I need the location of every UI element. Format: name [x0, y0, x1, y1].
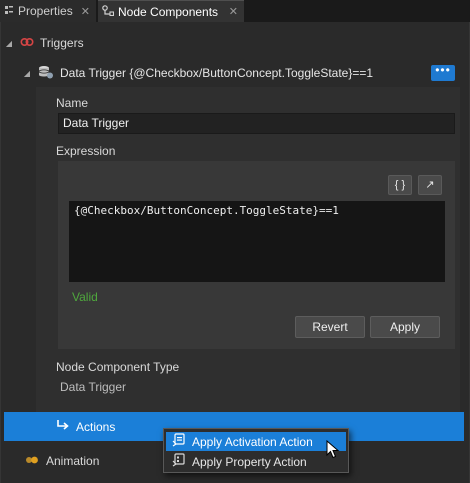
menu-item-label: Apply Activation Action — [192, 434, 313, 449]
expand-caret-icon[interactable]: ◢ — [22, 69, 32, 78]
expression-input[interactable]: {@Checkbox/ButtonConcept.ToggleState}==1 — [69, 201, 445, 282]
animation-icon — [24, 454, 40, 468]
expression-status: Valid — [72, 290, 98, 304]
trigger-icon — [20, 36, 34, 51]
close-icon[interactable]: ✕ — [229, 5, 238, 18]
animation-label: Animation — [46, 454, 100, 468]
add-action-context-menu: Apply Activation Action Apply Property A… — [163, 428, 349, 473]
menu-item-label: Apply Property Action — [192, 454, 307, 469]
more-options-button[interactable]: ••• — [431, 64, 455, 81]
close-icon[interactable]: ✕ — [81, 5, 90, 18]
expand-caret-icon[interactable]: ◢ — [4, 39, 14, 48]
expression-label: Expression — [56, 144, 116, 158]
apply-button[interactable]: Apply — [370, 316, 440, 338]
data-trigger-title: Data Trigger {@Checkbox/ButtonConcept.To… — [60, 66, 374, 80]
properties-icon — [4, 4, 14, 18]
name-label: Name — [56, 96, 89, 110]
data-trigger-header[interactable]: ◢ Data Trigger {@Checkbox/ButtonConcept.… — [22, 62, 462, 84]
revert-button[interactable]: Revert — [295, 316, 365, 338]
expand-editor-button[interactable]: ↗ — [418, 175, 442, 195]
triggers-section-header[interactable]: ◢ Triggers — [4, 33, 464, 53]
node-component-type-value: Data Trigger — [60, 380, 127, 394]
triggers-label: Triggers — [40, 36, 84, 50]
binding-braces-button[interactable]: { } — [388, 175, 412, 195]
tab-properties[interactable]: Properties ✕ — [0, 0, 96, 22]
actions-label: Actions — [76, 420, 116, 434]
tab-node-components-label: Node Components — [118, 4, 219, 19]
tab-properties-label: Properties — [18, 4, 73, 18]
node-components-icon — [102, 4, 115, 19]
data-trigger-icon — [38, 65, 54, 82]
mouse-pointer-icon — [326, 439, 342, 460]
activation-action-icon — [172, 433, 186, 450]
tab-node-components[interactable]: Node Components ✕ — [98, 0, 244, 22]
menu-item-apply-activation-action[interactable]: Apply Activation Action — [166, 432, 346, 451]
property-action-icon — [172, 453, 186, 470]
menu-item-apply-property-action[interactable]: Apply Property Action — [166, 452, 346, 471]
actions-arrow-icon — [56, 418, 70, 435]
node-component-type-label: Node Component Type — [56, 360, 180, 374]
name-field[interactable]: Data Trigger — [58, 113, 455, 134]
